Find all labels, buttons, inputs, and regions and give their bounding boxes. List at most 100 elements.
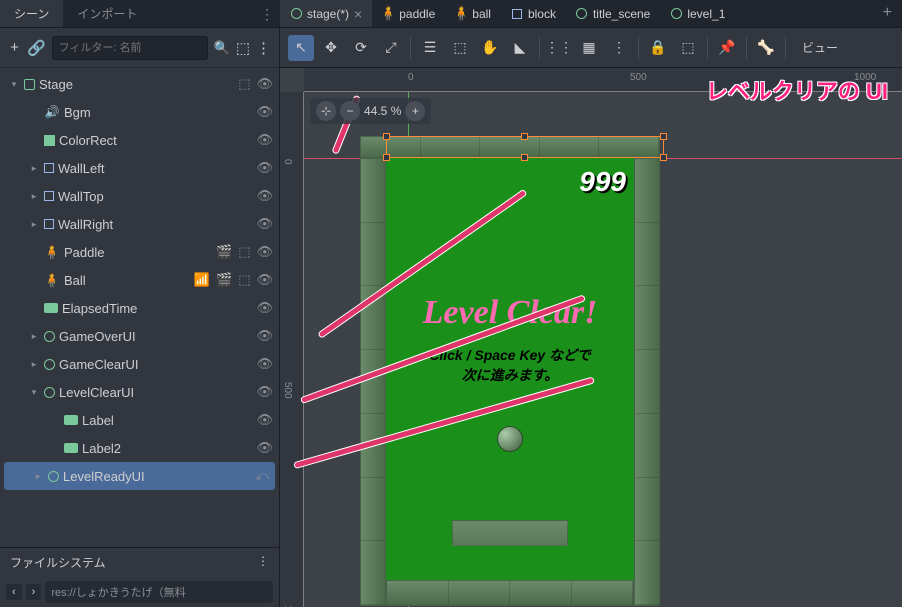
eye-icon[interactable]: 👁 [256,76,273,92]
ruler-tool[interactable]: ◣ [507,35,533,61]
script-icon[interactable]: ⬚ [238,76,250,92]
expand-arrow[interactable]: ▾ [8,79,20,90]
tree-node[interactable]: Label👁 [0,406,279,434]
signal-icon[interactable]: 📶 [194,272,210,288]
tool-a[interactable]: ⬚ [447,35,473,61]
eye-icon[interactable]: 👁 [256,244,273,260]
char-icon: 🧍 [455,8,467,20]
eye-icon[interactable]: 👁 [256,132,273,148]
panel-menu-icon[interactable]: ⋮ [254,0,280,27]
ball-sprite [497,426,523,452]
tab-import[interactable]: インポート [63,0,151,27]
tree-node[interactable]: ElapsedTime👁 [0,294,279,322]
tree-node[interactable]: ColorRect👁 [0,126,279,154]
eye-icon[interactable]: 👁 [256,188,273,204]
scene-icon[interactable]: 🎬 [216,272,232,288]
editor-tab[interactable]: 🧍paddle [372,0,445,27]
rotate-tool[interactable]: ⟳ [348,35,374,61]
tree-node[interactable]: ▸GameOverUI👁 [0,322,279,350]
overlay-annotation: レベルクリアの UI [706,74,888,106]
link-button[interactable]: 🔗 [27,37,46,59]
zoom-center-button[interactable]: ⊹ [316,101,336,121]
tree-node[interactable]: ▸WallLeft👁 [0,154,279,182]
tree-node[interactable]: Label2👁 [0,434,279,462]
list-tool[interactable]: ☰ [417,35,443,61]
tree-node[interactable]: 🧍Ball📶🎬⬚👁 [0,266,279,294]
grid-tool[interactable]: ▦ [576,35,602,61]
selection-box [386,136,664,158]
eye-icon[interactable]: 👁 [256,216,273,232]
node-icon [290,8,302,20]
editor-tab[interactable]: level_1 [660,0,735,27]
expand-arrow[interactable]: ▸ [32,471,44,482]
game-scene-preview[interactable]: 999 Level Clear! Click / Space Key などで次に… [360,136,660,606]
zoom-level: 44.5 % [364,104,401,118]
node-icon [576,8,588,20]
tree-node[interactable]: ▸GameClearUI👁 [0,350,279,378]
tool-icon[interactable]: ⬚ [236,37,250,59]
eye-icon[interactable]: 👁 [256,440,273,456]
scale-tool[interactable]: ⤢ [378,35,404,61]
expand-arrow[interactable]: ▾ [28,387,40,398]
eye-icon[interactable]: 👁 [256,328,273,344]
tree-node[interactable]: ▾Stage⬚👁 [0,70,279,98]
bone-tool[interactable]: 🦴 [753,35,779,61]
scene-icon[interactable]: 🎬 [216,244,232,260]
snap-tool[interactable]: ⋮⋮ [546,35,572,61]
select-tool[interactable]: ↖ [288,35,314,61]
tree-node[interactable]: 🔊Bgm👁 [0,98,279,126]
zoom-out-button[interactable]: − [340,101,360,121]
editor-tab[interactable]: stage(*)× [280,0,372,27]
toolbar-menu-icon[interactable]: ⋮ [256,37,271,59]
lock-tool[interactable]: 🔒 [645,35,671,61]
tree-node[interactable]: ▾LevelClearUI👁 [0,378,279,406]
expand-arrow[interactable]: ▸ [28,191,40,202]
expand-arrow[interactable]: ▸ [28,359,40,370]
paddle-sprite [452,520,568,546]
pan-tool[interactable]: ✋ [477,35,503,61]
expand-arrow[interactable]: ▸ [28,163,40,174]
eye-icon[interactable]: 👁 [256,384,273,400]
eye-icon[interactable]: 👁 [256,356,273,372]
add-tab-button[interactable]: + [873,0,902,27]
pin-tool[interactable]: 📌 [714,35,740,61]
zoom-in-button[interactable]: + [405,101,425,121]
filesystem-title: ファイルシステム [10,554,106,571]
restore-icon[interactable]: ⤺ [255,468,269,484]
eye-icon[interactable]: 👁 [256,300,273,316]
tree-node[interactable]: ▸WallTop👁 [0,182,279,210]
filter-input[interactable] [52,36,208,60]
add-node-button[interactable]: + [8,37,21,59]
eye-icon[interactable]: 👁 [256,412,273,428]
expand-arrow[interactable]: ▸ [28,219,40,230]
close-icon[interactable]: × [354,6,362,22]
ruler-vertical: 0 500 1000 [280,92,304,607]
tree-node[interactable]: 🧍Paddle🎬⬚👁 [0,238,279,266]
editor-tab[interactable]: 🧍ball [445,0,501,27]
path-box[interactable]: res://しょかきうたげ（無料 [45,581,273,603]
path-prev-button[interactable]: ‹ [6,584,22,600]
tree-node[interactable]: ▸WallRight👁 [0,210,279,238]
editor-tab[interactable]: block [501,0,566,27]
group-tool[interactable]: ⬚ [675,35,701,61]
script-icon[interactable]: ⬚ [238,272,250,288]
eye-icon[interactable]: 👁 [256,160,273,176]
expand-arrow[interactable]: ▸ [28,331,40,342]
char-icon: 🧍 [382,8,394,20]
body-icon [511,8,523,20]
script-icon[interactable]: ⬚ [238,244,250,260]
search-icon[interactable]: 🔍 [214,37,230,59]
eye-icon[interactable]: 👁 [256,104,273,120]
eye-icon[interactable]: 👁 [256,272,273,288]
tree-node[interactable]: ▸LevelReadyUI⤺ [4,462,275,490]
view-button[interactable]: ビュー [792,35,848,60]
path-next-button[interactable]: › [26,584,42,600]
tab-scene[interactable]: シーン [0,0,63,27]
score-label: 999 [579,166,626,198]
level-message-label: Click / Space Key などで次に進みます。 [380,346,640,385]
more-tool[interactable]: ⋮ [606,35,632,61]
filesystem-menu-icon[interactable]: ⋮ [257,554,269,571]
move-tool[interactable]: ✥ [318,35,344,61]
editor-tab[interactable]: title_scene [566,0,660,27]
node-icon [670,8,682,20]
